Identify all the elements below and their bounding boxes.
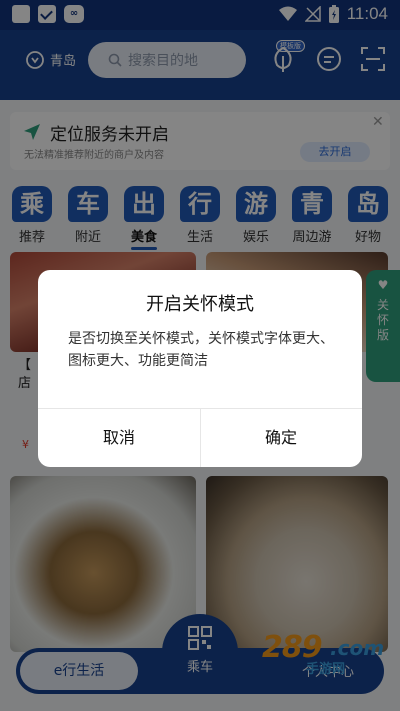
dialog-message: 是否切换至关怀模式，关怀模式字体更大、图标更大、功能更简洁 bbox=[68, 331, 334, 369]
care-mode-dialog: 开启关怀模式 是否切换至关怀模式，关怀模式字体更大、图标更大、功能更简洁 取消 … bbox=[38, 270, 362, 467]
cancel-button[interactable]: 取消 bbox=[38, 409, 200, 467]
dialog-title: 开启关怀模式 bbox=[146, 294, 254, 315]
confirm-button[interactable]: 确定 bbox=[200, 409, 362, 467]
